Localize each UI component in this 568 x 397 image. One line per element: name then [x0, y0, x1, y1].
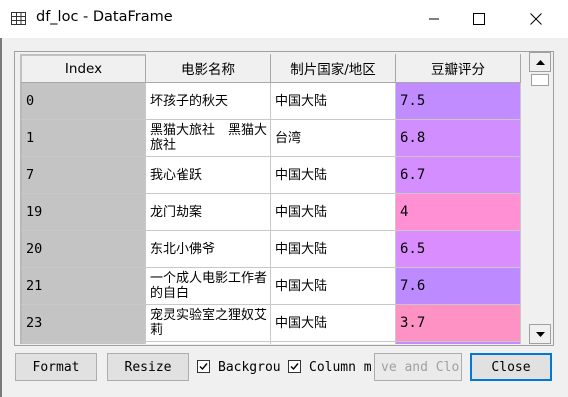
- country-cell[interactable]: 台湾: [271, 120, 396, 157]
- country-cell[interactable]: 中国大陆: [271, 268, 396, 305]
- score-cell[interactable]: 6.5: [396, 231, 521, 268]
- score-cell[interactable]: 7.5: [396, 83, 521, 120]
- movie-name-cell[interactable]: 一个成人电影工作者的自白: [146, 268, 271, 305]
- window-left-edge: [0, 38, 2, 397]
- format-button[interactable]: Format: [15, 353, 97, 381]
- maximize-icon: [473, 13, 485, 25]
- row-index-cell[interactable]: 1: [20, 120, 146, 157]
- header-score[interactable]: 豆瓣评分: [396, 54, 521, 83]
- title-bar: df_loc - DataFrame: [0, 0, 568, 38]
- country-cell[interactable]: 中国大陆: [271, 231, 396, 268]
- country-cell[interactable]: 中国大陆: [271, 305, 396, 342]
- maximize-button[interactable]: [456, 0, 502, 38]
- scroll-thumb[interactable]: [531, 74, 549, 86]
- country-cell[interactable]: 中国大陆: [271, 194, 396, 231]
- score-cell[interactable]: 4: [396, 194, 521, 231]
- checkmark-icon: [290, 363, 299, 371]
- row-index-cell[interactable]: 19: [20, 194, 146, 231]
- scroll-down-button[interactable]: [529, 324, 551, 344]
- column-checkbox[interactable]: [288, 360, 301, 373]
- row-index-cell[interactable]: 0: [20, 83, 146, 120]
- header-index[interactable]: Index: [20, 54, 146, 83]
- checkmark-icon: [199, 363, 208, 371]
- score-cell[interactable]: 3.7: [396, 305, 521, 342]
- movie-name-cell[interactable]: 龙门劫案: [146, 194, 271, 231]
- window-title: df_loc - DataFrame: [36, 9, 173, 25]
- minimize-button[interactable]: [411, 0, 457, 38]
- row-index-cell[interactable]: 21: [20, 268, 146, 305]
- table-icon: [11, 12, 26, 25]
- movie-name-cell[interactable]: 宠灵实验室之狸奴艾莉: [146, 305, 271, 342]
- movie-name-cell[interactable]: 我心雀跃: [146, 157, 271, 194]
- arrow-up-icon: [535, 59, 545, 65]
- minimize-icon: [429, 18, 439, 20]
- scroll-up-button[interactable]: [529, 52, 551, 72]
- vertical-scrollbar[interactable]: [529, 52, 551, 344]
- movie-name-cell[interactable]: 黑猫大旅社 黑猫大旅社: [146, 120, 271, 157]
- country-cell[interactable]: 中国大陆: [271, 83, 396, 120]
- close-icon: [530, 13, 542, 25]
- header-country[interactable]: 制片国家/地区: [271, 54, 396, 83]
- resize-button[interactable]: Resize: [107, 353, 189, 381]
- movie-name-cell-partial: [146, 342, 271, 344]
- row-index-cell[interactable]: 23: [20, 305, 146, 342]
- movie-name-cell[interactable]: 坏孩子的秋天: [146, 83, 271, 120]
- movie-name-cell[interactable]: 东北小佛爷: [146, 231, 271, 268]
- score-cell-partial: [396, 342, 521, 344]
- header-movie-name[interactable]: 电影名称: [146, 54, 271, 83]
- arrow-down-icon: [535, 331, 545, 337]
- row-index-cell-partial: [20, 342, 146, 344]
- close-button[interactable]: Close: [470, 353, 552, 381]
- column-checkbox-label: Column m: [309, 360, 371, 375]
- close-window-button[interactable]: [513, 0, 559, 38]
- row-index-cell[interactable]: 20: [20, 231, 146, 268]
- score-cell[interactable]: 6.8: [396, 120, 521, 157]
- dataframe-grid: Index 电影名称 制片国家/地区 豆瓣评分 0 坏孩子的秋天 中国大陆 7.…: [20, 52, 522, 344]
- score-cell[interactable]: 6.7: [396, 157, 521, 194]
- save-and-close-button[interactable]: ve and Clo: [374, 353, 462, 381]
- score-cell[interactable]: 7.6: [396, 268, 521, 305]
- background-checkbox[interactable]: [197, 360, 210, 373]
- country-cell[interactable]: 中国大陆: [271, 157, 396, 194]
- country-cell-partial: [271, 342, 396, 344]
- background-checkbox-label: Backgrou: [218, 360, 280, 375]
- row-index-cell[interactable]: 7: [20, 157, 146, 194]
